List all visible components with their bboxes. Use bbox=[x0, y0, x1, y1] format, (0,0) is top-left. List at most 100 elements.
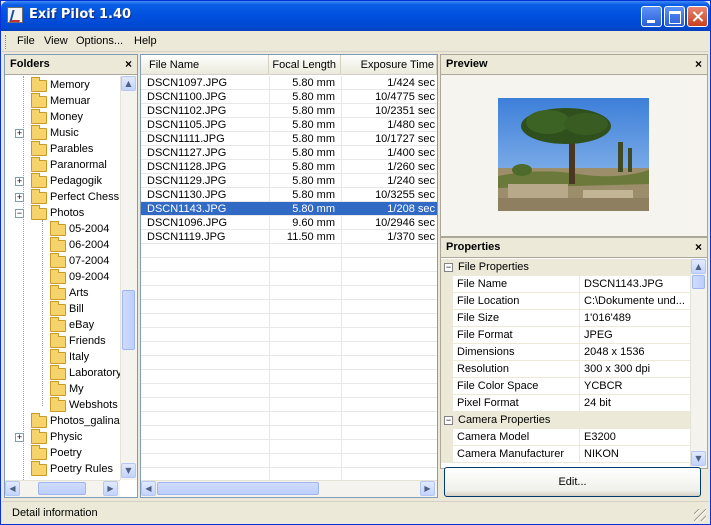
exposure-time-cell: 1/260 sec bbox=[387, 161, 435, 173]
scroll-up-icon[interactable]: ▲ bbox=[691, 259, 706, 274]
collapse-minus-icon[interactable]: − bbox=[15, 209, 24, 218]
folders-vertical-scrollbar[interactable]: ▲ ▼ bbox=[120, 76, 137, 480]
scroll-right-icon[interactable]: ▶ bbox=[103, 481, 118, 496]
property-grid[interactable]: − File Properties File Name DSCN1143.JPG Fil… bbox=[441, 259, 690, 468]
properties-vscroll-thumb[interactable] bbox=[692, 275, 705, 289]
file-row[interactable]: DSCN1105.JPG 5.80 mm 1/480 sec bbox=[141, 118, 437, 132]
property-value[interactable]: C:\Dokumente und... bbox=[580, 293, 690, 310]
exposure-time-cell: 10/3255 sec bbox=[375, 189, 435, 201]
menu-view[interactable]: View bbox=[44, 35, 68, 47]
property-value[interactable]: 24 bit bbox=[580, 395, 690, 412]
scroll-down-icon[interactable]: ▼ bbox=[691, 451, 706, 466]
maximize-button[interactable] bbox=[664, 6, 685, 27]
scroll-down-icon[interactable]: ▼ bbox=[121, 463, 136, 478]
property-value[interactable]: 2048 x 1536 bbox=[580, 344, 690, 361]
focal-length-cell: 9.60 mm bbox=[292, 217, 335, 229]
property-value[interactable]: YCBCR bbox=[580, 378, 690, 395]
properties-close-icon[interactable]: × bbox=[695, 240, 702, 254]
menu-bar: File View Options... Help bbox=[2, 32, 709, 52]
folder-icon bbox=[31, 173, 47, 188]
close-button[interactable] bbox=[687, 6, 708, 27]
folder-label: Memory bbox=[50, 79, 90, 91]
folder-label: Money bbox=[50, 111, 84, 123]
folder-tree[interactable]: Memory Memuar Money + Music Parables Paranorma… bbox=[5, 76, 120, 480]
property-name: File Color Space bbox=[453, 378, 580, 395]
property-row[interactable]: Camera Model E3200 bbox=[441, 429, 690, 446]
scroll-right-icon[interactable]: ▶ bbox=[420, 481, 435, 496]
property-gutter bbox=[441, 395, 453, 412]
property-row[interactable]: File Color Space YCBCR bbox=[441, 378, 690, 395]
file-row[interactable]: DSCN1130.JPG 5.80 mm 10/3255 sec bbox=[141, 188, 437, 202]
property-row[interactable]: File Location C:\Dokumente und... bbox=[441, 293, 690, 310]
file-row[interactable]: DSCN1129.JPG 5.80 mm 1/240 sec bbox=[141, 174, 437, 188]
property-value[interactable]: DSCN1143.JPG bbox=[580, 276, 690, 293]
preview-close-icon[interactable]: × bbox=[695, 57, 702, 71]
file-name-cell: DSCN1100.JPG bbox=[147, 91, 227, 103]
scroll-up-icon[interactable]: ▲ bbox=[121, 76, 136, 91]
empty-row bbox=[141, 454, 437, 468]
property-name: Pixel Format bbox=[453, 395, 580, 412]
scroll-left-icon[interactable]: ◀ bbox=[5, 481, 20, 496]
property-category[interactable]: − Camera Properties bbox=[441, 412, 690, 429]
property-value[interactable]: JPEG bbox=[580, 327, 690, 344]
property-row[interactable]: File Name DSCN1143.JPG bbox=[441, 276, 690, 293]
file-name-cell: DSCN1129.JPG bbox=[147, 175, 227, 187]
menu-help[interactable]: Help bbox=[134, 35, 157, 47]
minimize-button[interactable] bbox=[641, 6, 662, 27]
property-value[interactable]: E3200 bbox=[580, 429, 690, 446]
app-icon[interactable] bbox=[7, 7, 23, 23]
property-value[interactable]: 300 x 300 dpi bbox=[580, 361, 690, 378]
exposure-time-cell: 10/2946 sec bbox=[375, 217, 435, 229]
file-row[interactable]: DSCN1128.JPG 5.80 mm 1/260 sec bbox=[141, 160, 437, 174]
property-row[interactable]: Resolution 300 x 300 dpi bbox=[441, 361, 690, 378]
empty-row bbox=[141, 272, 437, 286]
collapse-minus-icon[interactable]: − bbox=[444, 416, 453, 425]
property-value[interactable]: NIKON bbox=[580, 446, 690, 463]
menu-file[interactable]: File bbox=[17, 35, 35, 47]
expand-plus-icon[interactable]: + bbox=[15, 129, 24, 138]
folders-hscroll-thumb[interactable] bbox=[38, 482, 86, 495]
collapse-minus-icon[interactable]: − bbox=[444, 263, 453, 272]
scroll-left-icon[interactable]: ◀ bbox=[141, 481, 156, 496]
file-row[interactable]: DSCN1096.JPG 9.60 mm 10/2946 sec bbox=[141, 216, 437, 230]
title-bar[interactable]: Exif Pilot 1.40 bbox=[1, 1, 710, 31]
column-header-file-name[interactable]: File Name bbox=[141, 55, 269, 75]
folder-label: Bill bbox=[69, 303, 84, 315]
column-header-exposure-time[interactable]: Exposure Time bbox=[341, 55, 437, 75]
property-row[interactable]: Camera Manufacturer NIKON bbox=[441, 446, 690, 463]
file-row[interactable]: DSCN1111.JPG 5.80 mm 10/1727 sec bbox=[141, 132, 437, 146]
file-row[interactable]: DSCN1143.JPG 5.80 mm 1/208 sec bbox=[141, 202, 437, 216]
property-name: Camera Model bbox=[453, 429, 580, 446]
expand-plus-icon[interactable]: + bbox=[15, 193, 24, 202]
property-row[interactable]: File Size 1'016'489 bbox=[441, 310, 690, 327]
folders-close-icon[interactable]: × bbox=[125, 57, 132, 71]
property-name: File Format bbox=[453, 327, 580, 344]
folder-icon bbox=[31, 205, 47, 220]
file-row[interactable]: DSCN1100.JPG 5.80 mm 10/4775 sec bbox=[141, 90, 437, 104]
file-list-body[interactable]: DSCN1097.JPG 5.80 mm 1/424 sec DSCN1100.JPG… bbox=[141, 76, 437, 480]
file-list-hscroll-thumb[interactable] bbox=[157, 482, 319, 495]
folder-icon bbox=[50, 381, 66, 396]
menu-options[interactable]: Options... bbox=[76, 35, 123, 47]
folders-horizontal-scrollbar[interactable]: ◀ ▶ bbox=[5, 480, 120, 497]
file-row[interactable]: DSCN1097.JPG 5.80 mm 1/424 sec bbox=[141, 76, 437, 90]
edit-button[interactable]: Edit... bbox=[444, 467, 701, 497]
file-row[interactable]: DSCN1127.JPG 5.80 mm 1/400 sec bbox=[141, 146, 437, 160]
column-header-focal-length[interactable]: Focal Length bbox=[269, 55, 341, 75]
property-row[interactable]: Pixel Format 24 bit bbox=[441, 395, 690, 412]
resize-grip-icon[interactable] bbox=[694, 509, 706, 521]
properties-vertical-scrollbar[interactable]: ▲ ▼ bbox=[690, 259, 707, 468]
file-row[interactable]: DSCN1102.JPG 5.80 mm 10/2351 sec bbox=[141, 104, 437, 118]
folder-icon bbox=[31, 413, 47, 428]
property-value[interactable]: 1'016'489 bbox=[580, 310, 690, 327]
folder-label: 05-2004 bbox=[69, 223, 110, 235]
property-row[interactable]: Dimensions 2048 x 1536 bbox=[441, 344, 690, 361]
expand-plus-icon[interactable]: + bbox=[15, 177, 24, 186]
file-list-horizontal-scrollbar[interactable]: ◀ ▶ bbox=[141, 480, 437, 497]
property-category[interactable]: − File Properties bbox=[441, 259, 690, 276]
property-gutter bbox=[441, 361, 453, 378]
property-row[interactable]: File Format JPEG bbox=[441, 327, 690, 344]
folders-vscroll-thumb[interactable] bbox=[122, 290, 135, 350]
file-row[interactable]: DSCN1119.JPG 11.50 mm 1/370 sec bbox=[141, 230, 437, 244]
expand-plus-icon[interactable]: + bbox=[15, 433, 24, 442]
